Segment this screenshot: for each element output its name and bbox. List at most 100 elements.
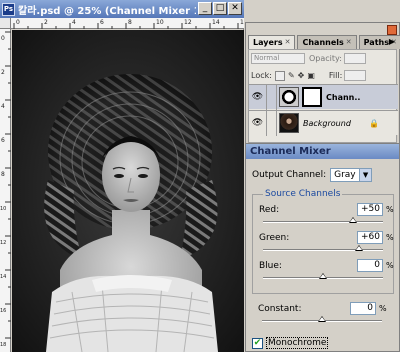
- chevron-down-icon[interactable]: ▼: [359, 169, 372, 181]
- constant-control: Constant: 0 %: [258, 302, 396, 334]
- fill-field[interactable]: [344, 70, 367, 81]
- fill-label: Fill:: [328, 71, 343, 80]
- ruler-label: 16: [0, 308, 6, 314]
- ruler-label: 10: [156, 19, 164, 26]
- ruler-label: 8: [1, 171, 5, 178]
- vertical-ruler[interactable]: 0 2 4 6 8 10 12 14 16 18: [0, 29, 11, 352]
- ruler-label: 18: [0, 342, 6, 348]
- percent-label: %: [386, 233, 394, 242]
- red-slider-track[interactable]: [263, 217, 383, 223]
- blend-mode-select[interactable]: Normal: [251, 53, 305, 64]
- adjustment-layer-icon: [279, 87, 299, 107]
- source-channels-group: Source Channels Red: +50 % Green: +60 % …: [252, 189, 397, 294]
- ruler-label: 0: [16, 19, 20, 26]
- output-channel-label: Output Channel:: [252, 170, 327, 180]
- green-slider-track[interactable]: [263, 245, 383, 251]
- lock-label: Lock:: [251, 71, 272, 80]
- layer-name[interactable]: Chann...: [326, 93, 360, 102]
- ruler-origin[interactable]: [0, 18, 11, 29]
- background-thumbnail: [279, 113, 299, 133]
- blue-value-input[interactable]: 0: [357, 259, 383, 272]
- lock-position-icon[interactable]: ✥: [298, 71, 305, 80]
- layers-list: Normal Opacity: Lock: ✎ ✥ ▣ Fill: 👁 Chan…: [248, 49, 398, 143]
- blend-row: Normal Opacity:: [251, 53, 366, 64]
- constant-slider-thumb[interactable]: [318, 316, 326, 322]
- ruler-label: 14: [212, 19, 220, 26]
- red-label: Red:: [259, 205, 280, 215]
- green-label: Green:: [259, 233, 290, 243]
- ruler-label: 10: [0, 206, 6, 212]
- image-canvas[interactable]: [12, 30, 244, 352]
- ruler-label: 2: [1, 69, 5, 76]
- red-value-input[interactable]: +50: [357, 203, 383, 216]
- constant-value-input[interactable]: 0: [350, 302, 376, 315]
- red-slider-thumb[interactable]: [349, 217, 357, 223]
- blue-slider-track[interactable]: [263, 273, 383, 279]
- layer-link-slot[interactable]: [267, 110, 277, 136]
- maximize-button[interactable]: □: [213, 2, 227, 15]
- output-channel-row: Output Channel: Gray ▼: [252, 168, 373, 182]
- monochrome-row[interactable]: ✔ Monochrome: [252, 337, 329, 349]
- blue-label: Blue:: [259, 261, 282, 271]
- lock-pixels-icon[interactable]: ✎: [288, 71, 295, 80]
- green-slider-thumb[interactable]: [355, 245, 363, 251]
- percent-label: %: [379, 304, 387, 313]
- ruler-label: 14: [0, 274, 6, 280]
- window-controls: _ □ ✕: [198, 2, 242, 15]
- tab-layers-label: Layers: [253, 38, 283, 47]
- photoshop-doc-icon[interactable]: Ps: [2, 2, 15, 16]
- layer-link-slot[interactable]: [267, 84, 277, 110]
- layer-mask-thumbnail[interactable]: [302, 87, 322, 107]
- percent-label: %: [386, 205, 394, 214]
- horizontal-ruler-ticks: 0 2 4 6 8 10 12 14 16: [13, 19, 244, 29]
- ruler-label: 16: [240, 19, 244, 26]
- source-channels-label: Source Channels: [263, 189, 343, 199]
- ruler-label: 12: [0, 240, 6, 246]
- percent-label: %: [386, 261, 394, 270]
- horizontal-ruler[interactable]: 0 2 4 6 8 10 12 14 16: [11, 18, 244, 29]
- lock-all-icon[interactable]: ▣: [307, 71, 315, 80]
- ruler-label: 4: [72, 19, 76, 26]
- layers-panel: Layers ✕ Channels ✕ Paths ✕ ▶ Normal Opacit…: [245, 22, 400, 146]
- vertical-ruler-ticks: 0 2 4 6 8 10 12 14 16 18: [0, 31, 11, 348]
- palette-menu-icon[interactable]: ▶: [389, 37, 395, 46]
- tab-channels[interactable]: Channels ✕: [297, 35, 357, 49]
- tab-layers[interactable]: Layers ✕: [248, 35, 296, 49]
- monochrome-label[interactable]: Monochrome: [266, 337, 329, 349]
- layer-row-channel-mixer[interactable]: 👁 Chann...: [249, 84, 398, 110]
- tab-close-icon[interactable]: ✕: [285, 36, 291, 49]
- tab-channels-label: Channels: [302, 38, 344, 47]
- ruler-label: 0: [1, 35, 5, 42]
- constant-label: Constant:: [258, 304, 302, 314]
- opacity-label: Opacity:: [309, 54, 342, 63]
- ruler-label: 12: [184, 19, 192, 26]
- ruler-label: 6: [1, 137, 5, 144]
- constant-slider-track[interactable]: [262, 316, 382, 322]
- lock-transparency-checkbox[interactable]: [274, 70, 285, 81]
- document-title: 칼라.psd @ 25% (Channel Mixer 1, Laye...: [18, 5, 196, 17]
- palette-close-icon[interactable]: [387, 25, 397, 35]
- dialog-title[interactable]: Channel Mixer: [246, 144, 399, 159]
- lock-icon: 🔒: [369, 118, 379, 128]
- green-value-input[interactable]: +60: [357, 231, 383, 244]
- blue-channel-control: Blue: 0 %: [259, 259, 397, 291]
- tab-close-icon[interactable]: ✕: [346, 36, 352, 49]
- eye-icon[interactable]: 👁: [249, 110, 267, 136]
- palette-tabs: Layers ✕ Channels ✕ Paths ✕: [248, 35, 400, 49]
- opacity-field[interactable]: [343, 53, 366, 64]
- layer-row-background[interactable]: 👁 Background 🔒: [249, 110, 398, 136]
- document-window: Ps 칼라.psd @ 25% (Channel Mixer 1, Laye..…: [0, 0, 244, 352]
- minimize-button[interactable]: _: [198, 2, 212, 15]
- close-button[interactable]: ✕: [228, 2, 242, 15]
- lock-row: Lock: ✎ ✥ ▣ Fill:: [251, 70, 367, 81]
- eye-icon[interactable]: 👁: [249, 84, 267, 110]
- monochrome-checkbox[interactable]: ✔: [252, 337, 263, 349]
- output-channel-value: Gray: [334, 170, 356, 180]
- tab-paths-label: Paths: [363, 38, 389, 47]
- ruler-label: 4: [1, 103, 5, 110]
- layer-name[interactable]: Background: [303, 119, 363, 128]
- output-channel-select[interactable]: Gray ▼: [330, 168, 373, 182]
- portrait-image: [12, 30, 244, 352]
- blue-slider-thumb[interactable]: [319, 273, 327, 279]
- document-title-bar[interactable]: Ps 칼라.psd @ 25% (Channel Mixer 1, Laye..…: [0, 0, 244, 18]
